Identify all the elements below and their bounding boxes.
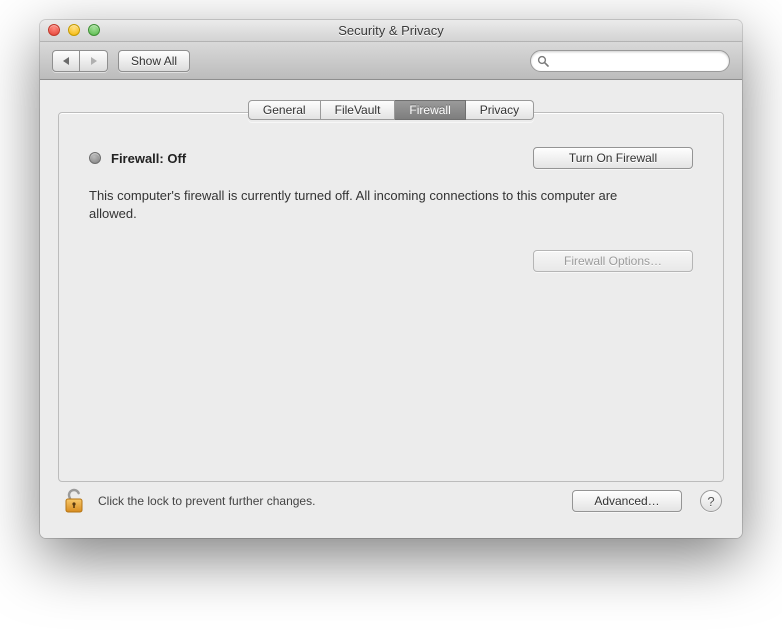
close-button[interactable] (48, 24, 60, 36)
show-all-button[interactable]: Show All (118, 50, 190, 72)
firewall-status-label: Firewall: Off (111, 151, 186, 166)
traffic-lights (48, 24, 100, 36)
lock-button[interactable] (60, 486, 88, 516)
preferences-window: Security & Privacy Show All General F (40, 20, 742, 538)
firewall-status-row: Firewall: Off Turn On Firewall (89, 147, 693, 169)
firewall-options-button[interactable]: Firewall Options… (533, 250, 693, 272)
tab-privacy[interactable]: Privacy (466, 100, 534, 120)
content-area: General FileVault Firewall Privacy Firew… (40, 80, 742, 538)
back-button[interactable] (52, 50, 80, 72)
chevron-right-icon (91, 57, 97, 65)
search-icon (537, 55, 549, 67)
lock-hint-text: Click the lock to prevent further change… (98, 494, 562, 508)
firewall-panel: Firewall: Off Turn On Firewall This comp… (58, 112, 724, 482)
status-indicator-icon (89, 152, 101, 164)
search-input[interactable] (553, 54, 721, 68)
titlebar: Security & Privacy (40, 20, 742, 42)
footer: Click the lock to prevent further change… (58, 482, 724, 524)
tab-bar: General FileVault Firewall Privacy (58, 100, 724, 122)
tab-general[interactable]: General (248, 100, 321, 120)
minimize-button[interactable] (68, 24, 80, 36)
help-button[interactable]: ? (700, 490, 722, 512)
chevron-left-icon (63, 57, 69, 65)
forward-button[interactable] (80, 50, 108, 72)
firewall-description: This computer's firewall is currently tu… (89, 187, 649, 222)
nav-segment (52, 50, 108, 72)
window-title: Security & Privacy (338, 23, 443, 38)
tab-firewall[interactable]: Firewall (395, 100, 465, 120)
tab-filevault[interactable]: FileVault (321, 100, 396, 120)
toolbar: Show All (40, 42, 742, 80)
advanced-button[interactable]: Advanced… (572, 490, 682, 512)
turn-on-firewall-button[interactable]: Turn On Firewall (533, 147, 693, 169)
lock-open-icon (62, 488, 86, 514)
zoom-button[interactable] (88, 24, 100, 36)
search-field[interactable] (530, 50, 730, 72)
